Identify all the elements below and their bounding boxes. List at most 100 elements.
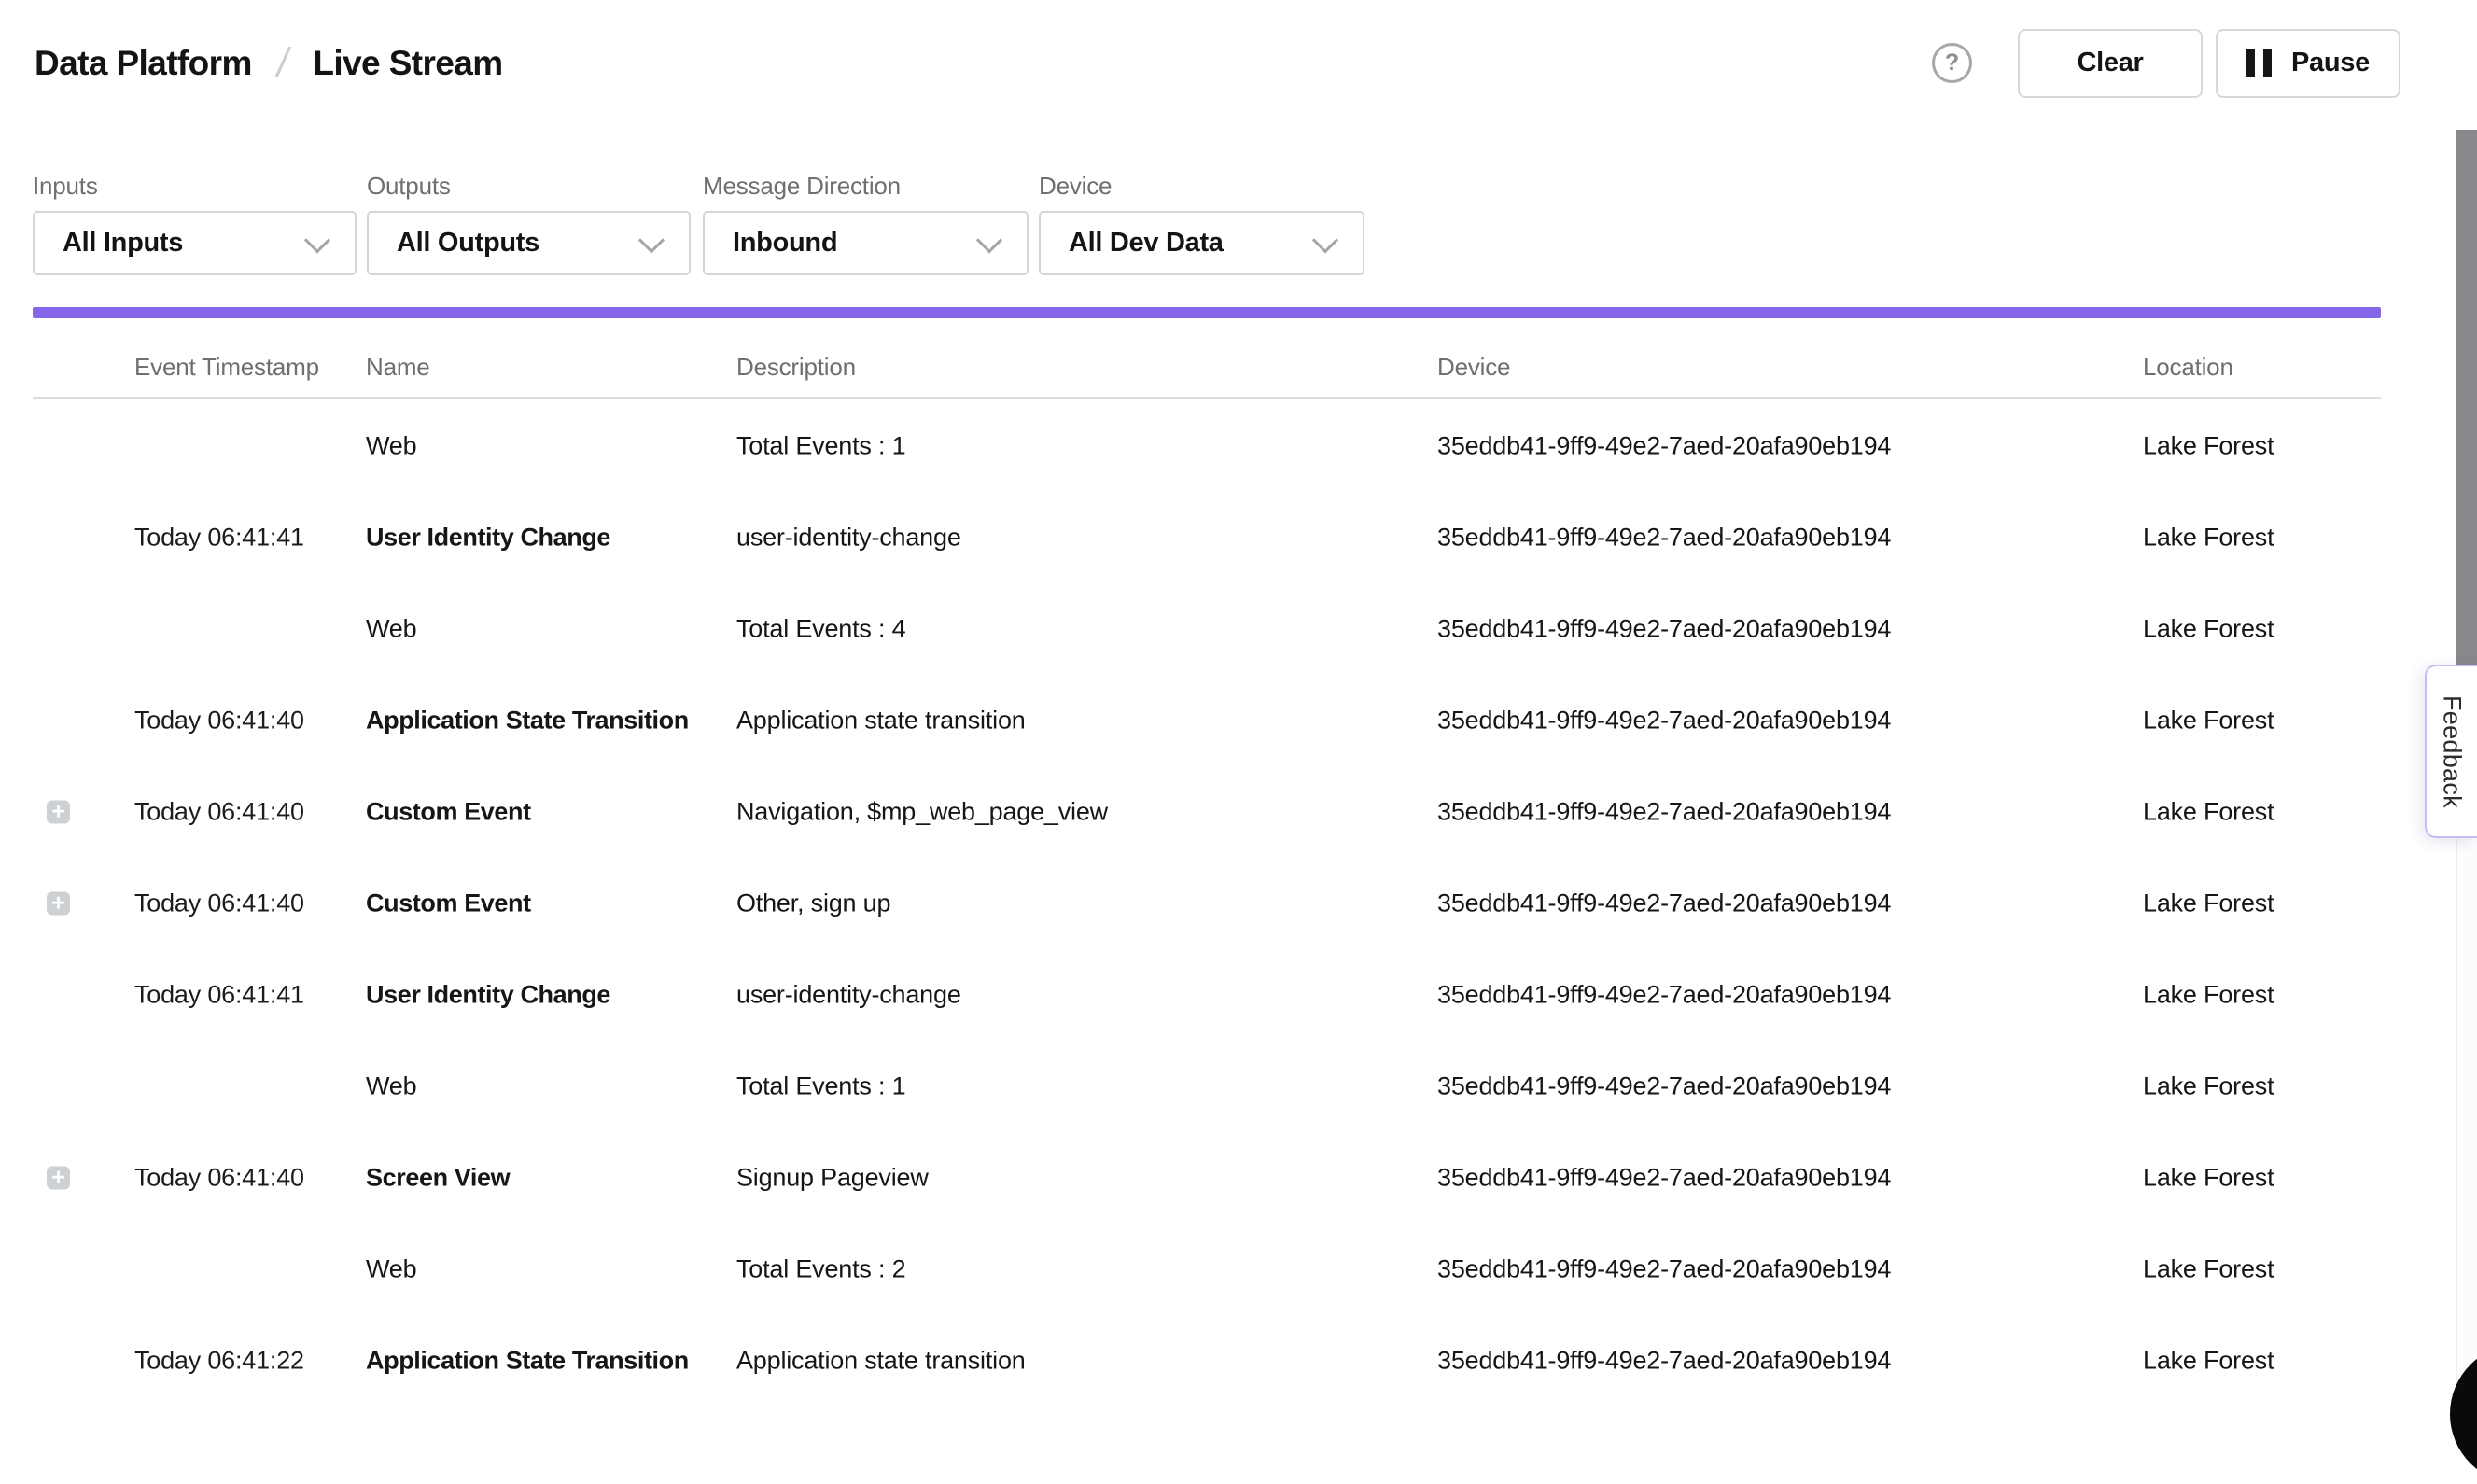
event-description-cell: Application state transition xyxy=(736,1347,1026,1376)
event-device-cell: 35eddb41-9ff9-49e2-7aed-20afa90eb194 xyxy=(1437,1072,1891,1101)
column-header-description: Description xyxy=(736,353,856,382)
device-dropdown[interactable]: All Dev Data xyxy=(1039,211,1364,275)
scrollbar-thumb[interactable] xyxy=(2456,130,2477,699)
filter-bar: Inputs All Inputs Outputs All Outputs Me… xyxy=(0,128,2477,307)
header-actions: ? Clear Pause xyxy=(1932,0,2400,126)
table-row[interactable]: Today 06:41:41User Identity Changeuser-i… xyxy=(0,492,2456,583)
event-name-cell: Custom Event xyxy=(366,798,531,827)
event-timestamp-cell: Today 06:41:41 xyxy=(134,981,304,1010)
event-device-cell: 35eddb41-9ff9-49e2-7aed-20afa90eb194 xyxy=(1437,889,1891,918)
event-description-cell: Total Events : 1 xyxy=(736,432,905,461)
chevron-down-icon xyxy=(976,227,1002,253)
filter-group-message-direction: Message Direction Inbound xyxy=(703,172,1029,275)
pause-button-label: Pause xyxy=(2291,48,2370,78)
event-device-cell: 35eddb41-9ff9-49e2-7aed-20afa90eb194 xyxy=(1437,981,1891,1010)
outputs-dropdown[interactable]: All Outputs xyxy=(367,211,691,275)
event-location-cell: Lake Forest xyxy=(2143,798,2274,827)
filter-group-inputs: Inputs All Inputs xyxy=(33,172,357,275)
help-icon[interactable]: ? xyxy=(1932,43,1972,83)
event-description-cell: Application state transition xyxy=(736,707,1026,735)
clear-button[interactable]: Clear xyxy=(2018,29,2203,98)
event-description-cell: Navigation, $mp_web_page_view xyxy=(736,798,1108,827)
feedback-tab[interactable]: Feedback xyxy=(2425,665,2477,838)
page-header: Data Platform / Live Stream ? Clear Paus… xyxy=(0,0,2477,130)
expand-plus-icon[interactable]: + xyxy=(47,1167,70,1190)
column-header-location: Location xyxy=(2143,353,2233,382)
event-device-cell: 35eddb41-9ff9-49e2-7aed-20afa90eb194 xyxy=(1437,615,1891,644)
event-description-cell: Total Events : 4 xyxy=(736,615,905,644)
column-header-device: Device xyxy=(1437,353,1510,382)
breadcrumb: Data Platform / Live Stream xyxy=(35,0,503,126)
chevron-down-icon xyxy=(638,227,665,253)
pause-button[interactable]: Pause xyxy=(2216,29,2400,98)
event-name-cell: User Identity Change xyxy=(366,981,610,1010)
event-device-cell: 35eddb41-9ff9-49e2-7aed-20afa90eb194 xyxy=(1437,432,1891,461)
message-direction-dropdown-value: Inbound xyxy=(733,228,837,259)
pause-icon xyxy=(2246,49,2272,77)
event-name-cell: Web xyxy=(366,1255,416,1284)
event-location-cell: Lake Forest xyxy=(2143,1347,2274,1376)
event-location-cell: Lake Forest xyxy=(2143,1255,2274,1284)
inputs-dropdown[interactable]: All Inputs xyxy=(33,211,357,275)
message-direction-dropdown[interactable]: Inbound xyxy=(703,211,1029,275)
event-timestamp-cell: Today 06:41:40 xyxy=(134,707,304,735)
event-description-cell: Other, sign up xyxy=(736,889,890,918)
event-timestamp-cell: Today 06:41:22 xyxy=(134,1347,304,1376)
inputs-filter-label: Inputs xyxy=(33,172,357,201)
table-row[interactable]: Web Total Events : 1 35eddb41-9ff9-49e2-7a… xyxy=(0,400,2456,492)
table-row[interactable]: Today 06:41:41 User Identity Change user-i… xyxy=(0,949,2456,1041)
event-location-cell: Lake Forest xyxy=(2143,889,2274,918)
column-header-name: Name xyxy=(366,353,430,382)
outputs-dropdown-value: All Outputs xyxy=(397,228,539,259)
event-rows: Web Total Events : 1 35eddb41-9ff9-49e2-7a… xyxy=(0,400,2456,1407)
event-location-cell: Lake Forest xyxy=(2143,615,2274,644)
event-device-cell: 35eddb41-9ff9-49e2-7aed-20afa90eb194 xyxy=(1437,1164,1891,1193)
event-name-cell: Web xyxy=(366,615,416,644)
event-location-cell: Lake Forest xyxy=(2143,1164,2274,1193)
chevron-down-icon xyxy=(1312,227,1338,253)
table-row[interactable]: +Today 06:41:40Screen ViewSignup Pagevie… xyxy=(0,1132,2456,1224)
inputs-dropdown-value: All Inputs xyxy=(63,228,183,259)
event-device-cell: 35eddb41-9ff9-49e2-7aed-20afa90eb194 xyxy=(1437,798,1891,827)
table-header-divider xyxy=(33,397,2381,399)
breadcrumb-separator: / xyxy=(273,40,291,87)
event-device-cell: 35eddb41-9ff9-49e2-7aed-20afa90eb194 xyxy=(1437,524,1891,553)
event-name-cell: Application State Transition xyxy=(366,707,689,735)
expand-plus-icon[interactable]: + xyxy=(47,892,70,916)
message-direction-filter-label: Message Direction xyxy=(703,172,1029,201)
table-row[interactable]: + Today 06:41:40 Custom Event Other, sign u… xyxy=(0,858,2456,949)
event-name-cell: Application State Transition xyxy=(366,1347,689,1376)
event-location-cell: Lake Forest xyxy=(2143,432,2274,461)
event-location-cell: Lake Forest xyxy=(2143,1072,2274,1101)
event-description-cell: Signup Pageview xyxy=(736,1164,929,1193)
expand-plus-icon[interactable]: + xyxy=(47,801,70,824)
device-filter-label: Device xyxy=(1039,172,1364,201)
event-description-cell: Total Events : 1 xyxy=(736,1072,905,1101)
event-location-cell: Lake Forest xyxy=(2143,981,2274,1010)
column-header-event-timestamp: Event Timestamp xyxy=(134,353,319,382)
feedback-tab-label: Feedback xyxy=(2438,695,2467,808)
table-row[interactable]: WebTotal Events : 235eddb41-9ff9-49e2-7a… xyxy=(0,1224,2456,1315)
event-name-cell: Custom Event xyxy=(366,889,531,918)
breadcrumb-data-platform[interactable]: Data Platform xyxy=(35,44,252,83)
event-device-cell: 35eddb41-9ff9-49e2-7aed-20afa90eb194 xyxy=(1437,707,1891,735)
event-description-cell: user-identity-change xyxy=(736,981,961,1010)
page-title: Live Stream xyxy=(313,44,502,83)
event-name-cell: User Identity Change xyxy=(366,524,610,553)
outputs-filter-label: Outputs xyxy=(367,172,691,201)
chevron-down-icon xyxy=(304,227,330,253)
table-header: Event Timestamp Name Description Device … xyxy=(0,317,2456,397)
table-row[interactable]: Today 06:41:22 Application State Transiti… xyxy=(0,1315,2456,1407)
table-row[interactable]: Today 06:41:40 Application State Transiti… xyxy=(0,675,2456,766)
table-row[interactable]: Web Total Events : 4 35eddb41-9ff9-49e2-7a… xyxy=(0,583,2456,675)
device-dropdown-value: All Dev Data xyxy=(1069,228,1224,259)
filter-group-device: Device All Dev Data xyxy=(1039,172,1364,275)
table-row[interactable]: WebTotal Events : 135eddb41-9ff9-49e2-7a… xyxy=(0,1041,2456,1132)
event-location-cell: Lake Forest xyxy=(2143,524,2274,553)
event-timestamp-cell: Today 06:41:41 xyxy=(134,524,304,553)
event-device-cell: 35eddb41-9ff9-49e2-7aed-20afa90eb194 xyxy=(1437,1255,1891,1284)
table-row[interactable]: +Today 06:41:40Custom EventNavigation, $… xyxy=(0,766,2456,858)
filter-group-outputs: Outputs All Outputs xyxy=(367,172,691,275)
event-name-cell: Web xyxy=(366,432,416,461)
event-timestamp-cell: Today 06:41:40 xyxy=(134,889,304,918)
